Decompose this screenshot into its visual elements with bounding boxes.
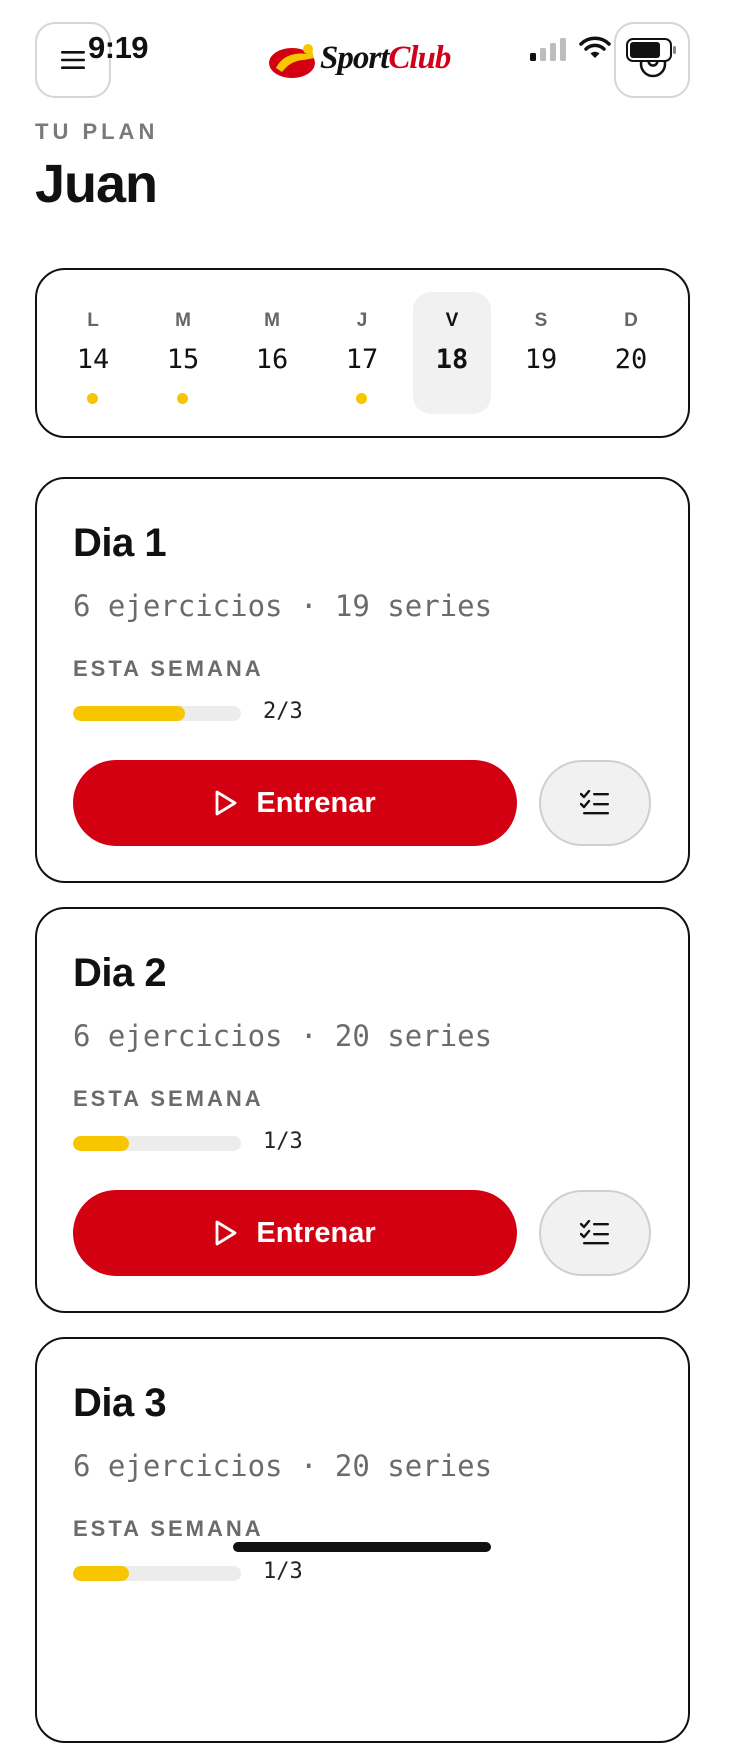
routine-title: Dia 2 bbox=[73, 951, 167, 995]
hamburger-icon bbox=[61, 51, 85, 69]
day-date: 19 bbox=[524, 344, 558, 375]
day-tuesday[interactable]: M 15 bbox=[144, 292, 222, 414]
plan-eyebrow: TU PLAN bbox=[35, 119, 159, 144]
day-date: 16 bbox=[255, 344, 289, 375]
routine-card-2: Dia 2 6 ejercicios · 20 series ESTA SEMA… bbox=[35, 907, 690, 1313]
train-button[interactable]: Entrenar bbox=[73, 760, 517, 846]
routine-summary: 6 ejercicios · 19 series bbox=[73, 589, 493, 623]
week-progress-label: ESTA SEMANA bbox=[73, 656, 264, 681]
sportclub-logo: SportClub bbox=[268, 38, 458, 82]
day-weekday: J bbox=[356, 310, 368, 331]
brand-club: Club bbox=[388, 40, 451, 76]
routine-summary: 6 ejercicios · 20 series bbox=[73, 1019, 493, 1053]
day-date: 14 bbox=[76, 344, 110, 375]
day-date: 18 bbox=[435, 344, 469, 375]
routine-title: Dia 3 bbox=[73, 1381, 167, 1425]
checklist-icon bbox=[580, 1220, 609, 1245]
day-date: 17 bbox=[345, 344, 379, 375]
week-progress-label: ESTA SEMANA bbox=[73, 1516, 264, 1541]
workout-dot bbox=[87, 393, 98, 404]
runner-logo-icon bbox=[269, 44, 315, 78]
day-saturday[interactable]: S 19 bbox=[502, 292, 580, 414]
checklist-icon bbox=[580, 790, 609, 815]
routine-card-3: Dia 3 6 ejercicios · 20 series ESTA SEMA… bbox=[35, 1337, 690, 1743]
week-progress-bar bbox=[73, 1136, 241, 1151]
wifi-icon bbox=[579, 36, 611, 58]
cellular-signal-icon bbox=[530, 38, 566, 61]
day-weekday: D bbox=[624, 310, 638, 331]
day-weekday: S bbox=[534, 310, 548, 331]
progress-fill bbox=[73, 706, 185, 721]
exercise-list-button[interactable] bbox=[539, 760, 651, 846]
play-icon bbox=[215, 1220, 237, 1246]
brand-sport: Sport bbox=[320, 40, 389, 76]
progress-count: 2/3 bbox=[263, 699, 303, 724]
day-thursday[interactable]: J 17 bbox=[323, 292, 401, 414]
day-date: 15 bbox=[166, 344, 200, 375]
train-button[interactable]: Entrenar bbox=[73, 1190, 517, 1276]
progress-count: 1/3 bbox=[263, 1129, 303, 1154]
progress-count: 1/3 bbox=[263, 1559, 303, 1584]
workout-dot bbox=[356, 393, 367, 404]
day-weekday: M bbox=[175, 310, 191, 331]
week-progress-bar bbox=[73, 1566, 241, 1581]
page-title: Juan bbox=[35, 154, 158, 214]
day-date: 20 bbox=[614, 344, 648, 375]
routine-summary: 6 ejercicios · 20 series bbox=[73, 1449, 493, 1483]
status-time: 9:19 bbox=[88, 30, 149, 65]
day-monday[interactable]: L 14 bbox=[54, 292, 132, 414]
routine-card-1: Dia 1 6 ejercicios · 19 series ESTA SEMA… bbox=[35, 477, 690, 883]
day-weekday: L bbox=[87, 310, 99, 331]
progress-fill bbox=[73, 1566, 129, 1581]
routine-title: Dia 1 bbox=[73, 521, 167, 565]
day-wednesday[interactable]: M 16 bbox=[233, 292, 311, 414]
exercise-list-button[interactable] bbox=[539, 1190, 651, 1276]
week-progress-label: ESTA SEMANA bbox=[73, 1086, 264, 1111]
day-sunday[interactable]: D 20 bbox=[592, 292, 670, 414]
day-friday-selected[interactable]: V 18 bbox=[413, 292, 491, 414]
progress-fill bbox=[73, 1136, 129, 1151]
play-icon bbox=[215, 790, 237, 816]
home-indicator bbox=[233, 1542, 491, 1552]
workout-dot bbox=[177, 393, 188, 404]
week-progress-bar bbox=[73, 706, 241, 721]
day-weekday: V bbox=[445, 310, 459, 331]
train-button-label: Entrenar bbox=[256, 1216, 376, 1249]
day-weekday: M bbox=[264, 310, 280, 331]
week-selector: L 14 M 15 M 16 J 17 V 18 S 19 D 20 bbox=[35, 268, 690, 438]
train-button-label: Entrenar bbox=[256, 786, 376, 819]
battery-icon bbox=[626, 38, 676, 62]
